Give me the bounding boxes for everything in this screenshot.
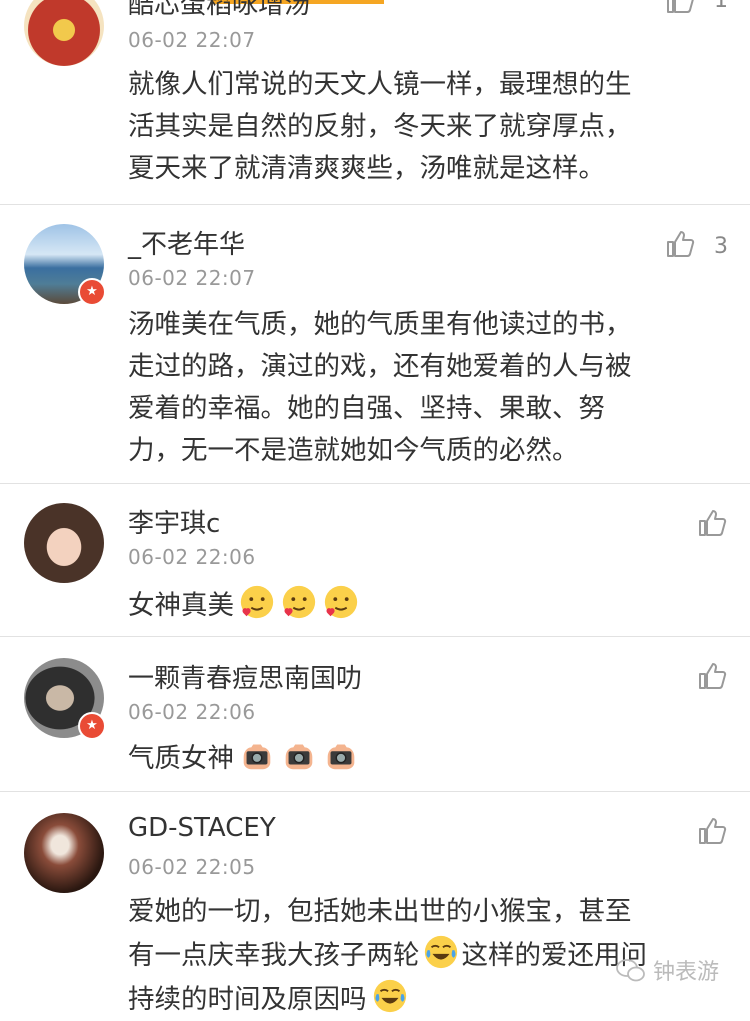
comment-username[interactable]: _不老年华: [128, 224, 245, 261]
verified-badge-icon: ★: [78, 278, 106, 306]
comment-line: 就像人们常说的天文人镜一样，最理想的生: [128, 69, 632, 100]
verified-badge-icon: ★: [78, 712, 106, 740]
comment-item: 李宇琪c 06-02 22:06 女神真美: [0, 483, 750, 637]
like-button[interactable]: [690, 507, 750, 543]
love-face-emoji-icon: [240, 585, 274, 619]
comment-text: 汤唯美在气质，她的气质里有他读过的书， 走过的路，演过的戏，还有她爱着的人与被 …: [128, 304, 708, 472]
comment-time: 06-02 22:06: [128, 700, 256, 724]
comment-line-part: 有一点庆幸我大孩子两轮: [128, 940, 420, 971]
comment-username[interactable]: 一颗青春痘思南国叻: [128, 658, 362, 695]
like-button[interactable]: 1: [660, 0, 750, 20]
comment-item: ★ _不老年华 06-02 22:07 汤唯美在气质，她的气质里有他读过的书， …: [0, 204, 750, 484]
avatar[interactable]: [24, 503, 104, 583]
comment-line: 活其实是自然的反射，冬天来了就穿厚点，: [128, 111, 632, 142]
comment-time: 06-02 22:05: [128, 855, 256, 879]
love-face-emoji-icon: [282, 585, 316, 619]
comment-line: 夏天来了就清清爽爽些，汤唯就是这样。: [128, 153, 605, 184]
comment-time: 06-02 22:06: [128, 545, 256, 569]
comment-time: 06-02 22:07: [128, 266, 256, 290]
like-button[interactable]: 3: [660, 228, 750, 264]
tears-of-joy-emoji-icon: [373, 979, 406, 1013]
like-button[interactable]: [690, 815, 750, 851]
comment-line: 爱着的幸福。她的自强、坚持、果敢、努: [128, 393, 605, 424]
comment-username[interactable]: 李宇琪c: [128, 503, 220, 540]
comment-time: 06-02 22:07: [128, 28, 256, 52]
comment-text: 就像人们常说的天文人镜一样，最理想的生 活其实是自然的反射，冬天来了就穿厚点， …: [128, 64, 708, 190]
thumbs-up-icon: [699, 663, 727, 689]
comment-item: 酷芯蛋稻咏增汤 06-02 22:07 就像人们常说的天文人镜一样，最理想的生 …: [0, 0, 750, 205]
camera-emoji-icon: [327, 744, 355, 770]
comment-item: ★ 一颗青春痘思南国叻 06-02 22:06 气质女神: [0, 636, 750, 792]
thumbs-up-icon: [699, 510, 727, 536]
thumbs-up-icon: [667, 0, 694, 13]
thumbs-up-icon: [667, 231, 695, 257]
avatar[interactable]: [24, 0, 104, 66]
love-face-emoji-icon: [324, 585, 358, 619]
comment-text: 女神真美: [128, 583, 708, 627]
comment-line: 气质女神: [128, 743, 234, 774]
comment-line: 爱她的一切，包括她未出世的小猴宝，甚至: [128, 896, 632, 927]
comment-line: 力，无一不是造就她如今气质的必然。: [128, 435, 579, 466]
watermark-text: 钟表游: [653, 960, 720, 985]
watermark: 钟表游: [616, 954, 719, 986]
comment-line: 女神真美: [128, 590, 234, 621]
camera-emoji-icon: [243, 744, 271, 770]
wechat-icon: [616, 959, 645, 982]
like-button[interactable]: [690, 660, 750, 696]
camera-emoji-icon: [285, 744, 313, 770]
like-count: 1: [714, 0, 728, 13]
like-count: 3: [714, 234, 728, 259]
tears-of-joy-emoji-icon: [424, 935, 457, 969]
comment-line: 汤唯美在气质，她的气质里有他读过的书，: [128, 309, 632, 340]
comment-username[interactable]: 酷芯蛋稻咏增汤: [128, 0, 310, 21]
comment-text: 气质女神: [128, 736, 708, 780]
comment-username[interactable]: GD-STACEY: [128, 813, 276, 843]
thumbs-up-icon: [699, 818, 727, 844]
comment-line-part: 持续的时间及原因吗: [128, 984, 367, 1015]
comment-line: 走过的路，演过的戏，还有她爱着的人与被: [128, 351, 632, 382]
avatar[interactable]: [24, 813, 104, 893]
